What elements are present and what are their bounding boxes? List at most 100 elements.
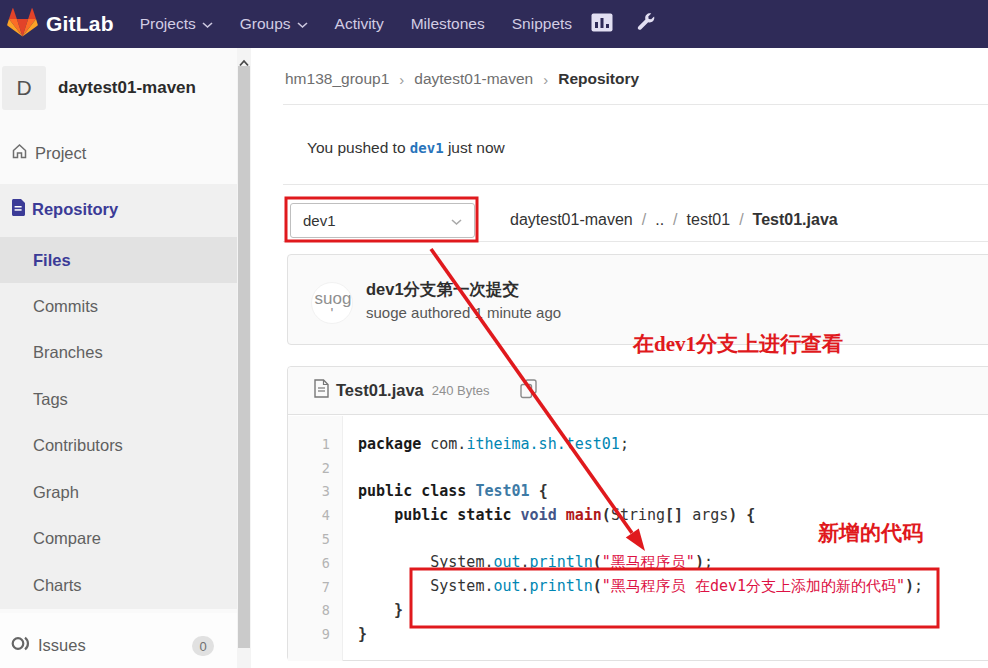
chevron-down-icon <box>451 212 462 229</box>
sidebar-project-header: D daytest01-maven <box>0 64 237 112</box>
breadcrumb-item[interactable]: hm138_group1 <box>285 70 389 88</box>
code-line-text: public static void main(String[] args) { <box>343 506 755 524</box>
gitlab-brand-name: GitLab <box>46 12 114 36</box>
home-icon <box>11 143 28 163</box>
file-icon <box>314 379 329 402</box>
divider <box>283 241 988 242</box>
nav-item-label: Milestones <box>411 15 485 33</box>
code-line: 9} <box>288 622 988 646</box>
gitlab-repository-page: GitLab Projects Groups Activity Milestones S… <box>0 0 988 668</box>
code-line: 3public class Test01 { <box>288 480 988 504</box>
document-icon <box>11 199 25 220</box>
file-viewer-header: Test01.java 240 Bytes <box>288 367 988 415</box>
sidebar-item-contributors[interactable]: Contributors <box>0 423 237 469</box>
commit-title[interactable]: dev1分支第一次提交 <box>366 279 519 301</box>
divider <box>283 104 988 105</box>
nav-item-groups[interactable]: Groups <box>240 15 308 33</box>
line-number[interactable]: 4 <box>288 507 343 523</box>
breadcrumb-item[interactable]: daytest01-maven <box>414 70 533 88</box>
code-line: 5 <box>288 527 988 551</box>
top-navbar: GitLab Projects Groups Activity Milestones S… <box>0 0 988 48</box>
breadcrumb-item[interactable]: Repository <box>558 70 639 88</box>
line-number[interactable]: 8 <box>288 602 343 618</box>
sidebar-item-branches[interactable]: Branches <box>0 330 237 376</box>
sidebar-item-commits[interactable]: Commits <box>0 283 237 329</box>
branch-ref-link[interactable]: dev1 <box>410 140 444 156</box>
chevron-down-icon <box>297 15 308 33</box>
code-line: 8 } <box>288 599 988 623</box>
code-line-text: public class Test01 { <box>343 482 548 500</box>
code-line: 6 System.out.println("黑马程序员"); <box>288 551 988 575</box>
breadcrumb-item[interactable]: daytest01-maven <box>510 211 633 229</box>
code-line: 4 public static void main(String[] args)… <box>288 503 988 527</box>
wrench-icon[interactable] <box>637 13 655 35</box>
charts-icon[interactable] <box>591 13 613 36</box>
scrollbar-thumb[interactable] <box>238 66 250 648</box>
nav-links: Projects Groups Activity Milestones Snippets <box>140 15 599 33</box>
gitlab-brand[interactable]: GitLab <box>7 7 114 41</box>
code-content: 1package com.itheima.sh.test01;23public … <box>288 416 988 646</box>
issues-count-badge: 0 <box>192 636 214 656</box>
code-line: 2 <box>288 456 988 480</box>
file-size: 240 Bytes <box>432 383 490 398</box>
last-commit-card: suog ' dev1分支第一次提交 suoge authored 1 minu… <box>287 254 988 345</box>
breadcrumb: hm138_group1 › daytest01-maven › Repository <box>285 68 639 90</box>
sidebar-item-repository[interactable]: Repository <box>0 186 237 232</box>
code-line-text: package com.itheima.sh.test01; <box>343 435 629 453</box>
sidebar-item-label: Issues <box>38 636 86 655</box>
line-number[interactable]: 7 <box>288 579 343 595</box>
nav-icons <box>591 13 655 36</box>
line-number[interactable]: 2 <box>288 460 343 476</box>
chevron-down-icon <box>202 15 213 33</box>
push-notice-prefix: You pushed to <box>307 139 410 156</box>
gitlab-logo-icon <box>7 7 38 41</box>
nav-item-snippets[interactable]: Snippets <box>512 15 572 33</box>
branch-selector-dropdown[interactable]: dev1 <box>290 203 475 238</box>
nav-item-activity[interactable]: Activity <box>335 15 384 33</box>
copy-icon[interactable] <box>520 379 537 403</box>
file-name: Test01.java <box>336 381 424 400</box>
sidebar-item-tags[interactable]: Tags <box>0 376 237 422</box>
line-number[interactable]: 6 <box>288 555 343 571</box>
sidebar-item-compare[interactable]: Compare <box>0 516 237 562</box>
sidebar-item-graph[interactable]: Graph <box>0 469 237 515</box>
commit-author-avatar[interactable]: suog ' <box>311 282 353 324</box>
breadcrumb-separator: › <box>543 71 548 88</box>
line-number[interactable]: 1 <box>288 436 343 452</box>
sidebar: D daytest01-maven Project Repository Fil… <box>0 48 237 668</box>
branch-selector-value: dev1 <box>303 212 336 229</box>
sidebar-scrollbar[interactable] <box>237 48 251 668</box>
sidebar-item-project[interactable]: Project <box>0 130 237 176</box>
line-number[interactable]: 5 <box>288 531 343 547</box>
nav-item-milestones[interactable]: Milestones <box>411 15 485 33</box>
issues-icon <box>11 635 31 656</box>
code-line-text: } <box>343 601 403 619</box>
breadcrumb-separator: › <box>399 71 404 88</box>
line-number[interactable]: 9 <box>288 626 343 642</box>
breadcrumb-item[interactable]: .. <box>655 211 664 229</box>
nav-item-projects[interactable]: Projects <box>140 15 213 33</box>
file-path-breadcrumb: daytest01-maven /.. / test01 / Test01.java <box>510 208 838 232</box>
push-notice-suffix: just now <box>444 139 505 156</box>
code-line-text: System.out.println("黑马程序员 在dev1分支上添加的新的代… <box>343 577 923 596</box>
line-number[interactable]: 3 <box>288 483 343 499</box>
nav-item-label: Groups <box>240 15 291 33</box>
sidebar-item-label: Project <box>35 144 86 163</box>
path-separator: / <box>739 211 743 229</box>
code-line: 1package com.itheima.sh.test01; <box>288 432 988 456</box>
sidebar-item-charts[interactable]: Charts <box>0 562 237 608</box>
path-separator: / <box>642 211 646 229</box>
code-line-text: } <box>343 625 367 643</box>
code-line: 7 System.out.println("黑马程序员 在dev1分支上添加的新… <box>288 575 988 599</box>
sidebar-item-label: Repository <box>32 200 118 219</box>
nav-item-label: Projects <box>140 15 196 33</box>
code-line-text: System.out.println("黑马程序员"); <box>343 553 713 572</box>
breadcrumb-item[interactable]: Test01.java <box>753 211 838 229</box>
path-separator: / <box>673 211 677 229</box>
project-avatar[interactable]: D <box>2 66 46 110</box>
file-viewer: Test01.java 240 Bytes 1package com.ithei… <box>287 366 988 661</box>
nav-item-label: Snippets <box>512 15 572 33</box>
divider <box>283 184 988 185</box>
sidebar-item-files[interactable]: Files <box>0 237 237 283</box>
breadcrumb-item[interactable]: test01 <box>687 211 731 229</box>
